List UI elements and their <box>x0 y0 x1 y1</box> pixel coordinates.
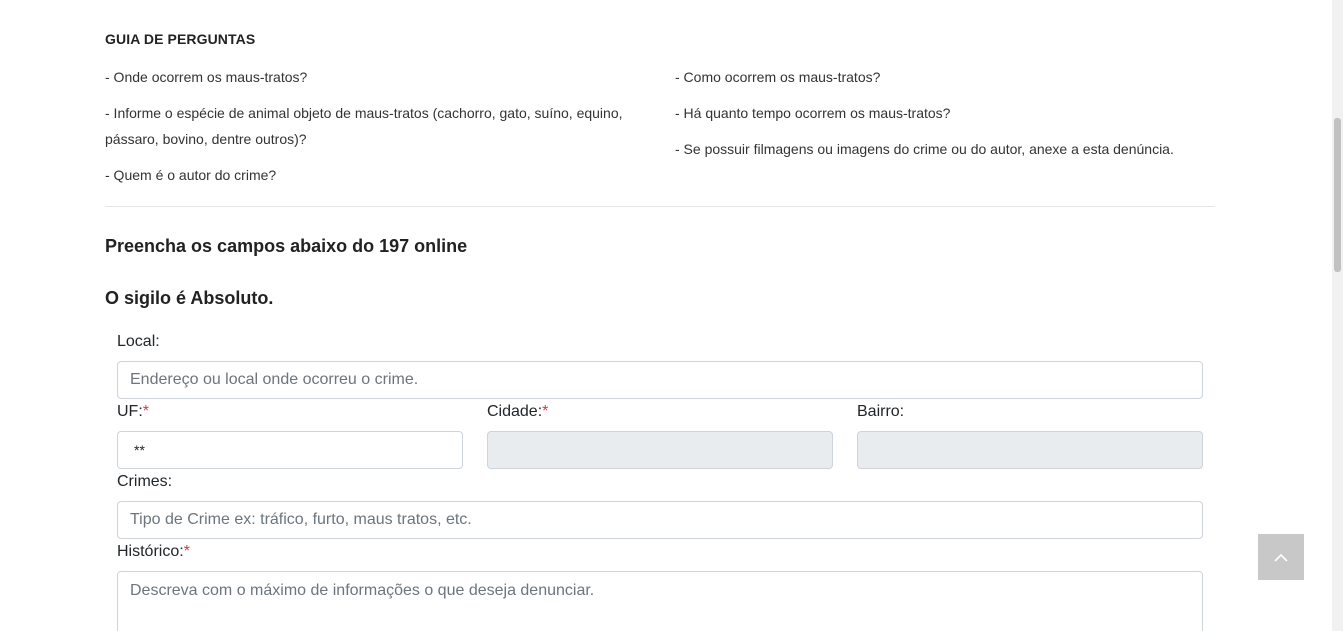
crimes-input[interactable] <box>117 501 1203 539</box>
guide-question: - Há quanto tempo ocorrem os maus-tratos… <box>675 105 951 121</box>
required-mark: * <box>542 403 549 420</box>
back-to-top-button[interactable] <box>1258 534 1304 580</box>
bairro-label: Bairro: <box>857 403 905 420</box>
guide-question: - Como ocorrem os maus-tratos? <box>675 69 881 85</box>
guide-title: GUIA DE PERGUNTAS <box>105 31 256 47</box>
uf-selected-value: ** <box>134 442 145 458</box>
local-label: Local: <box>117 333 160 350</box>
guide-question: - Quem é o autor do crime? <box>105 167 277 183</box>
chevron-up-icon <box>1274 553 1288 562</box>
historico-textarea[interactable] <box>117 571 1203 631</box>
cidade-input <box>487 431 833 469</box>
guide-question: - Se possuir filmagens ou imagens do cri… <box>675 141 1174 157</box>
required-mark: * <box>142 403 150 420</box>
page: GUIA DE PERGUNTAS - Onde ocorrem os maus… <box>0 0 1343 631</box>
guide-question: - Informe o espécie de animal objeto de … <box>105 105 623 147</box>
required-mark: * <box>183 543 190 560</box>
local-input[interactable] <box>117 361 1203 399</box>
form-heading: Preencha os campos abaixo do 197 online <box>105 236 468 256</box>
guide-question: - Onde ocorrem os maus-tratos? <box>105 69 308 85</box>
section-divider <box>105 206 1215 207</box>
historico-label: Histórico:* <box>117 543 190 560</box>
guide-questions-left: - Onde ocorrem os maus-tratos? - Informe… <box>105 64 660 198</box>
scrollbar-thumb[interactable] <box>1334 118 1341 272</box>
uf-select[interactable]: ** <box>117 431 463 469</box>
guide-questions-right: - Como ocorrem os maus-tratos? - Há quan… <box>675 64 1220 172</box>
bairro-input <box>857 431 1203 469</box>
secrecy-heading: O sigilo é Absoluto. <box>105 288 274 308</box>
uf-label: UF:* <box>117 403 150 420</box>
page-scrollbar[interactable] <box>1332 0 1343 631</box>
crimes-label: Crimes: <box>117 473 173 490</box>
cidade-label: Cidade:* <box>487 403 549 420</box>
